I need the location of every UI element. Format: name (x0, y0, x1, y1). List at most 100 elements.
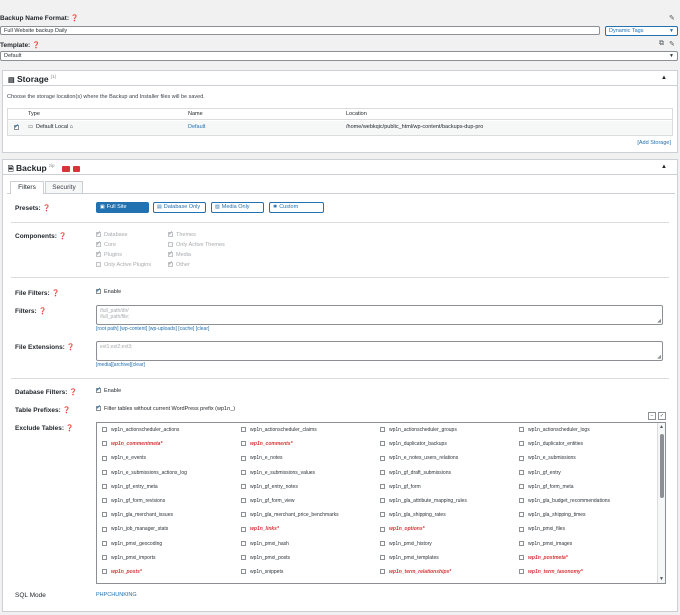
table-item-checkbox[interactable] (102, 469, 107, 475)
table-item-checkbox[interactable] (519, 469, 524, 475)
table-item[interactable]: wp1n_pmxi_files (519, 526, 565, 532)
table-item-checkbox[interactable] (241, 526, 246, 532)
table-prefixes-option[interactable]: Filter tables without current WordPress … (96, 404, 235, 412)
file-filters-enable[interactable]: Enable (96, 287, 121, 295)
table-item[interactable]: wp1n_commentmeta* (102, 441, 162, 447)
table-item[interactable]: wp1n_snippets (241, 569, 283, 575)
table-item-checkbox[interactable] (380, 427, 385, 433)
table-item-checkbox[interactable] (241, 569, 246, 575)
table-item-checkbox[interactable] (102, 512, 107, 518)
collapse-icon[interactable]: ▲ (661, 75, 667, 81)
file-extensions-textarea[interactable]: ext1;ext2;ext3; ◢ (96, 341, 663, 361)
table-item[interactable]: wp1n_job_manager_stats (102, 526, 168, 532)
table-item-checkbox[interactable] (102, 540, 107, 546)
scrollbar-thumb[interactable] (660, 434, 664, 498)
exclude-tables-list[interactable]: ▲ ▼ wp1n_actionscheduler_actions wp1n_act… (96, 422, 666, 584)
table-item[interactable]: wp1n_duplicator_entities (519, 441, 583, 447)
table-item[interactable]: wp1n_gf_entry_notes (241, 484, 298, 490)
table-item-checkbox[interactable] (380, 540, 385, 546)
table-item-checkbox[interactable] (519, 427, 524, 433)
table-item[interactable]: wp1n_actionscheduler_actions (102, 427, 179, 433)
help-icon[interactable]: ❓ (69, 389, 77, 396)
table-item[interactable]: wp1n_e_submissions_actions_log (102, 470, 187, 476)
backup-name-input[interactable]: Full Website backup Daily (0, 26, 600, 35)
table-item-checkbox[interactable] (519, 540, 524, 546)
table-item-checkbox[interactable] (519, 441, 524, 447)
table-item-checkbox[interactable] (380, 441, 385, 447)
table-item[interactable]: wp1n_pmxi_images (519, 541, 572, 547)
table-item[interactable]: wp1n_postmeta* (519, 555, 568, 561)
table-item-checkbox[interactable] (241, 512, 246, 518)
check-all-icon[interactable]: ✓ (658, 412, 666, 420)
table-item[interactable]: wp1n_pmxi_history (380, 541, 432, 547)
table-item-checkbox[interactable] (380, 469, 385, 475)
table-item[interactable]: wp1n_term_relationships* (380, 569, 451, 575)
preset-full-site[interactable]: ▣ Full Site (96, 202, 149, 213)
table-item[interactable]: wp1n_actionscheduler_logs (519, 427, 590, 433)
storage-row-checkbox[interactable] (14, 123, 19, 131)
table-item[interactable]: wp1n_duplicator_backups (380, 441, 447, 447)
resize-handle-icon[interactable]: ◢ (657, 318, 661, 324)
table-item[interactable]: wp1n_e_events (102, 455, 146, 461)
table-item-checkbox[interactable] (241, 455, 246, 461)
tab-security[interactable]: Security (45, 181, 83, 193)
table-item-checkbox[interactable] (102, 427, 107, 433)
help-icon[interactable]: ❓ (71, 15, 79, 22)
table-item[interactable]: wp1n_links* (241, 526, 279, 532)
database-filters-enable[interactable]: Enable (96, 386, 121, 394)
table-item-checkbox[interactable] (241, 441, 246, 447)
table-item-checkbox[interactable] (519, 455, 524, 461)
help-icon[interactable]: ❓ (67, 344, 75, 351)
table-item-checkbox[interactable] (241, 469, 246, 475)
storage-header[interactable]: ▤ Storage (1) ▲ (3, 71, 677, 86)
table-item[interactable]: wp1n_actionscheduler_groups (380, 427, 457, 433)
scroll-down-icon[interactable]: ▼ (659, 576, 664, 582)
table-item[interactable]: wp1n_gla_shipping_rates (380, 512, 446, 518)
table-item[interactable]: wp1n_posts* (102, 569, 142, 575)
table-item[interactable]: wp1n_gla_merchant_price_benchmarks (241, 512, 339, 518)
table-item[interactable]: wp1n_pmxi_templates (380, 555, 439, 561)
table-item-checkbox[interactable] (519, 498, 524, 504)
table-item[interactable]: wp1n_pmxi_hash (241, 541, 289, 547)
table-item[interactable]: wp1n_e_notes (241, 455, 283, 461)
table-item-checkbox[interactable] (519, 483, 524, 489)
storage-row[interactable]: ▭ Default Local ⌂ Default /home/webkqic/… (8, 121, 672, 135)
collapse-icon[interactable]: ▲ (661, 164, 667, 170)
table-item-checkbox[interactable] (241, 540, 246, 546)
tab-filters[interactable]: Filters (10, 181, 44, 194)
table-item[interactable]: wp1n_e_submissions_values (241, 470, 315, 476)
table-item-checkbox[interactable] (519, 569, 524, 575)
table-item[interactable]: wp1n_gf_draft_submissions (380, 470, 451, 476)
table-item-checkbox[interactable] (102, 483, 107, 489)
table-item-checkbox[interactable] (519, 554, 524, 560)
table-item-checkbox[interactable] (241, 427, 246, 433)
table-item-checkbox[interactable] (241, 483, 246, 489)
copy-icon[interactable]: ⧉ (659, 40, 664, 48)
table-item-checkbox[interactable] (380, 455, 385, 461)
table-item[interactable]: wp1n_e_notes_users_relations (380, 455, 458, 461)
table-item-checkbox[interactable] (519, 512, 524, 518)
table-item-checkbox[interactable] (380, 512, 385, 518)
table-item[interactable]: wp1n_actionscheduler_claims (241, 427, 317, 433)
database-filters-checkbox[interactable] (96, 386, 101, 394)
table-item[interactable]: wp1n_gf_form (380, 484, 421, 490)
table-item-checkbox[interactable] (380, 526, 385, 532)
scroll-up-icon[interactable]: ▲ (659, 424, 664, 430)
preset-database-only[interactable]: ▤ Database Only (153, 202, 206, 213)
table-item-checkbox[interactable] (102, 498, 107, 504)
table-item[interactable]: wp1n_gf_form_view (241, 498, 294, 504)
table-item[interactable]: wp1n_gf_form_revisions (102, 498, 165, 504)
scrollbar[interactable]: ▲ ▼ (657, 423, 665, 583)
sql-mode-value[interactable]: PHPCHUNKING (96, 592, 137, 598)
table-item-checkbox[interactable] (102, 441, 107, 447)
filters-quick-links[interactable]: [root path] [wp-content] [wp-uploads] [c… (96, 326, 209, 332)
table-item-checkbox[interactable] (519, 526, 524, 532)
backup-header[interactable]: 🗎 Backup zip ▲ (3, 160, 677, 175)
table-item[interactable]: wp1n_gla_attribute_mapping_rules (380, 498, 467, 504)
table-item-checkbox[interactable] (102, 455, 107, 461)
preset-media-only[interactable]: ▨ Media Only (211, 202, 264, 213)
table-item[interactable]: wp1n_comments* (241, 441, 293, 447)
table-item[interactable]: wp1n_e_submissions (519, 455, 576, 461)
filters-textarea[interactable]: /full_path/dir/ /full_path/file; ◢ (96, 305, 663, 325)
edit-icon[interactable]: ✎ (669, 40, 675, 48)
